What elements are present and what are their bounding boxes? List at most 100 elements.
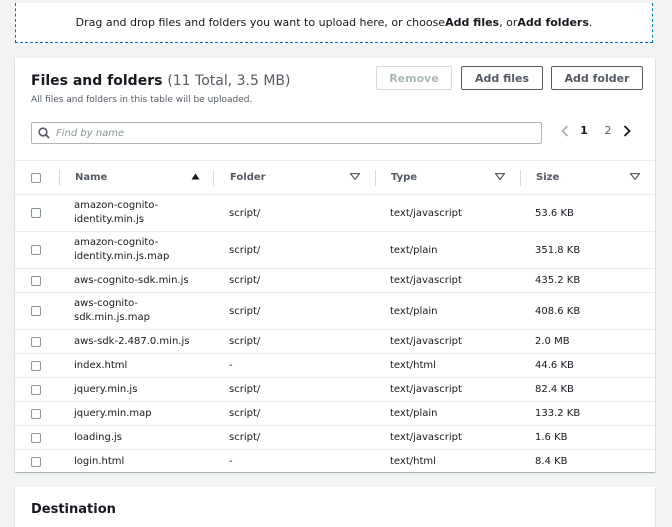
table-row[interactable]: aws-cognito-sdk.min.js.map script/text/pl…	[15, 293, 655, 330]
remove-button[interactable]: Remove	[376, 66, 452, 90]
column-header-type-label: Type	[391, 172, 418, 183]
column-divider	[59, 170, 60, 186]
panel-description: All files and folders in this table will…	[31, 95, 253, 105]
table-row[interactable]: login.html - text/html 8.4 KB	[15, 450, 655, 474]
chevron-right-icon[interactable]	[620, 124, 634, 137]
dropzone-add-files: Add files	[445, 16, 500, 29]
cell-size: 351.8 KB	[535, 244, 581, 256]
column-header-name-label: Name	[75, 172, 108, 183]
cell-name-line: amazon-cognito-	[74, 237, 159, 248]
cell-name-line: jquery.min.map	[74, 407, 152, 419]
select-all-checkbox-cell	[31, 161, 41, 194]
column-divider	[520, 170, 521, 186]
caret-down-icon[interactable]	[629, 172, 641, 183]
table-body: amazon-cognito-identity.min.js script/tex…	[15, 195, 655, 474]
destination-panel: Destination	[15, 487, 655, 527]
cell-size: 8.4 KB	[535, 456, 568, 467]
dropzone-text-mid: , or	[499, 16, 518, 29]
row-checkbox[interactable]	[31, 245, 41, 255]
row-checkbox-cell	[31, 269, 41, 292]
panel-title-text: Files and folders	[31, 73, 163, 89]
search-input[interactable]: Find by name	[31, 122, 542, 144]
row-checkbox-cell	[31, 330, 41, 353]
cell-name: loading.js	[74, 426, 122, 449]
cell-name-line: identity.min.js.map	[74, 251, 170, 262]
table-row[interactable]: amazon-cognito-identity.min.js.map script…	[15, 232, 655, 269]
column-header-type[interactable]: Type	[391, 161, 506, 194]
page-1[interactable]: 1	[572, 124, 596, 137]
add-files-button[interactable]: Add files	[461, 66, 543, 90]
row-checkbox-cell	[31, 293, 41, 329]
cell-name-line: sdk.min.js.map	[74, 312, 150, 323]
row-checkbox-cell	[31, 232, 41, 268]
dropzone-text-post: .	[588, 16, 593, 29]
row-checkbox[interactable]	[31, 336, 41, 347]
cell-folder: -	[229, 360, 233, 371]
cell-folder: script/	[229, 408, 261, 419]
cell-size: 435.2 KB	[535, 275, 581, 286]
column-divider	[213, 170, 214, 186]
table-row[interactable]: loading.js script/text/javascript 1.6 KB	[15, 426, 655, 450]
cell-name: amazon-cognito-identity.min.js.map	[74, 232, 169, 268]
select-all-checkbox[interactable]	[31, 172, 41, 183]
add-folder-button[interactable]: Add folder	[551, 66, 643, 90]
table-row[interactable]: index.html - text/html 44.6 KB	[15, 354, 655, 378]
row-checkbox[interactable]	[31, 360, 41, 371]
row-checkbox[interactable]	[31, 432, 41, 443]
table-row[interactable]: jquery.min.map script/text/plain 133.2 KB	[15, 402, 655, 426]
cell-size: 53.6 KB	[535, 207, 574, 219]
cell-type: text/plain	[390, 305, 438, 317]
row-checkbox[interactable]	[31, 456, 41, 467]
row-checkbox-cell	[31, 426, 41, 449]
cell-name-line: aws-sdk-2.487.0.min.js	[74, 335, 190, 347]
cell-type: text/javascript	[390, 207, 462, 219]
destination-title: Destination	[31, 502, 116, 517]
files-table: Name Folder Type Size amazon-cognito- id…	[15, 160, 655, 474]
cell-folder: script/	[229, 207, 261, 219]
table-row[interactable]: aws-sdk-2.487.0.min.js script/text/javasc…	[15, 330, 655, 354]
cell-size: 1.6 KB	[535, 432, 568, 443]
cell-folder: script/	[229, 384, 261, 395]
cell-type: text/javascript	[390, 384, 462, 395]
table-row[interactable]: jquery.min.js script/text/javascript 82.4 …	[15, 378, 655, 402]
search-placeholder: Find by name	[56, 127, 125, 139]
caret-down-icon[interactable]	[494, 172, 506, 183]
column-header-name[interactable]: Name	[75, 161, 200, 194]
cell-name-line: loading.js	[74, 431, 123, 443]
row-checkbox[interactable]	[31, 384, 41, 395]
cell-type: text/plain	[390, 408, 438, 419]
caret-down-icon[interactable]	[349, 172, 361, 183]
cell-name-line: jquery.min.js	[74, 383, 138, 395]
cell-folder: script/	[229, 275, 261, 286]
cell-size: 133.2 KB	[535, 408, 581, 419]
table-row[interactable]: amazon-cognito-identity.min.js script/tex…	[15, 195, 655, 232]
cell-folder: script/	[229, 336, 261, 347]
column-header-folder-label: Folder	[230, 172, 266, 183]
column-header-size[interactable]: Size	[536, 161, 641, 194]
cell-type: text/javascript	[390, 432, 462, 443]
cell-name: amazon-cognito-identity.min.js	[74, 195, 158, 231]
table-row[interactable]: aws-cognito-sdk.min.js script/text/javasc…	[15, 269, 655, 293]
cell-name-line: identity.min.js	[74, 214, 144, 225]
cell-name-line: aws-cognito-	[74, 298, 139, 309]
row-checkbox-cell	[31, 354, 41, 377]
dropzone-add-folders: Add folders	[517, 16, 589, 29]
chevron-left-icon[interactable]	[558, 124, 572, 137]
panel-title: Files and folders (11 Total, 3.5 MB)	[31, 73, 291, 89]
cell-name: aws-cognito-sdk.min.js	[74, 269, 189, 292]
row-checkbox[interactable]	[31, 306, 41, 316]
pagination: 1 2	[558, 124, 634, 137]
page-2[interactable]: 2	[596, 124, 620, 137]
caret-up-icon[interactable]	[191, 172, 200, 183]
row-checkbox-cell	[31, 402, 41, 425]
row-checkbox-cell	[31, 195, 41, 231]
cell-name-line: aws-cognito-sdk.min.js	[74, 274, 189, 286]
cell-name: login.html	[74, 450, 124, 473]
column-header-folder[interactable]: Folder	[230, 161, 361, 194]
row-checkbox[interactable]	[31, 408, 41, 419]
cell-name-line: login.html	[74, 455, 125, 467]
upload-dropzone[interactable]: Drag and drop files and folders you want…	[15, 3, 653, 43]
cell-folder: script/	[229, 432, 261, 443]
row-checkbox[interactable]	[31, 275, 41, 286]
row-checkbox[interactable]	[31, 208, 41, 218]
